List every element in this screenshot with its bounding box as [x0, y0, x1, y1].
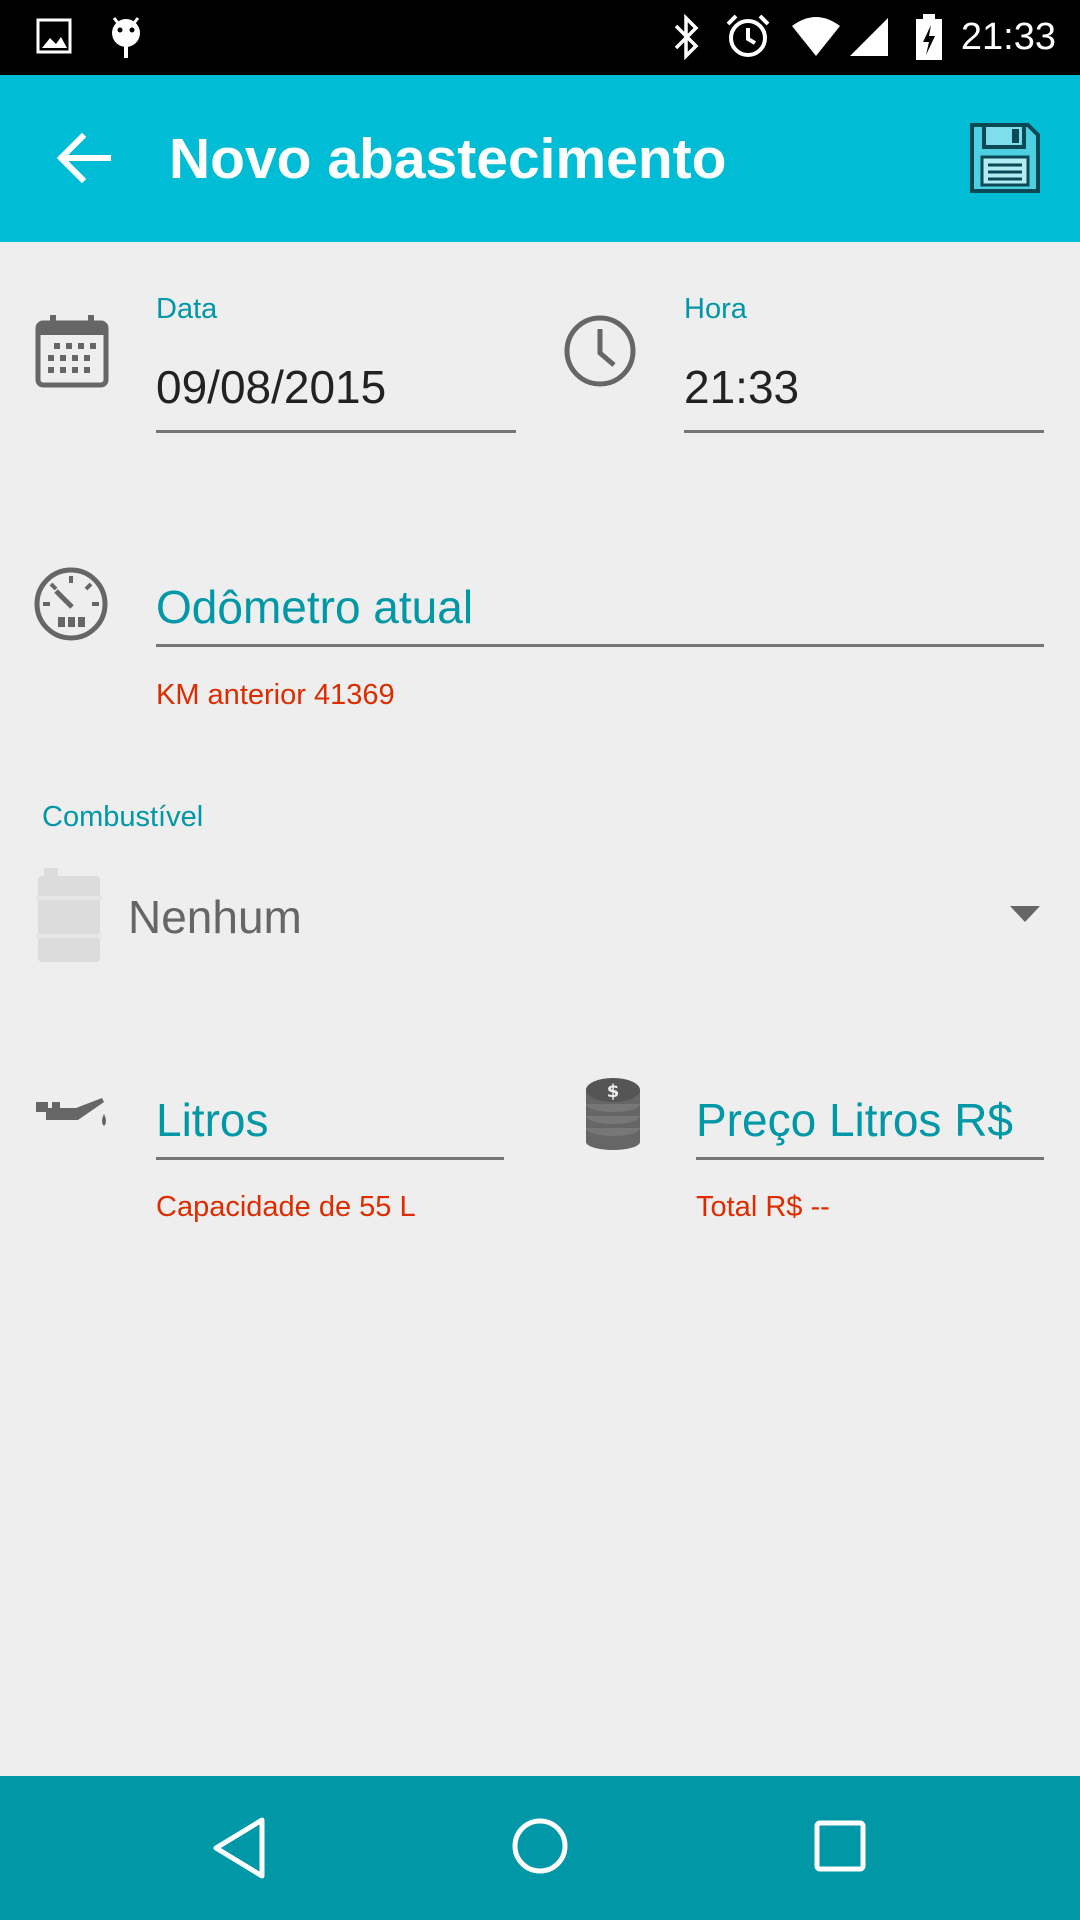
date-label: Data — [156, 293, 218, 325]
calendar-icon — [35, 315, 109, 388]
svg-text:$: $ — [607, 1081, 620, 1102]
time-label: Hora — [684, 293, 747, 325]
odometer-underline — [156, 644, 1044, 647]
odometer-placeholder: Odômetro atual — [156, 581, 474, 633]
alarm-icon — [726, 14, 770, 57]
date-value: 09/08/2015 — [156, 361, 387, 413]
save-button[interactable] — [966, 119, 1044, 197]
liters-helper: Capacidade de 55 L — [156, 1191, 416, 1223]
price-underline — [696, 1157, 1044, 1160]
nav-recents-icon[interactable] — [812, 1818, 868, 1874]
odometer-helper: KM anterior 41369 — [156, 679, 395, 711]
nav-home-icon[interactable] — [510, 1816, 570, 1876]
app-bar: Novo abastecimento — [0, 75, 1080, 242]
liters-placeholder: Litros — [156, 1094, 269, 1146]
odometer-input[interactable]: Odômetro atual — [156, 580, 1044, 648]
date-field[interactable]: 09/08/2015 — [156, 360, 516, 434]
fuel-select[interactable]: Nenhum — [30, 860, 1050, 970]
save-icon — [970, 123, 1040, 193]
price-input[interactable]: Preço Litros R$ — [696, 1093, 1044, 1161]
clock-icon — [564, 315, 636, 387]
signal-icon — [850, 18, 888, 56]
fuel-barrel-icon — [36, 868, 102, 962]
bluetooth-icon — [674, 14, 699, 60]
oil-can-icon — [36, 1098, 106, 1126]
wifi-icon — [792, 17, 840, 56]
price-helper: Total R$ -- — [696, 1191, 830, 1223]
status-bar: 21:33 — [0, 0, 1080, 75]
price-placeholder: Preço Litros R$ — [696, 1094, 1014, 1146]
status-time: 21:33 — [960, 16, 1056, 58]
navigation-bar — [0, 1776, 1080, 1920]
odometer-icon — [34, 567, 108, 641]
page-title: Novo abastecimento — [169, 127, 727, 191]
battery-charging-icon — [916, 14, 942, 60]
liters-underline — [156, 1157, 504, 1160]
back-arrow-icon — [56, 132, 111, 184]
image-icon — [36, 18, 72, 54]
time-field[interactable]: 21:33 — [684, 360, 1044, 434]
android-debug-icon — [112, 17, 140, 58]
liters-input[interactable]: Litros — [156, 1093, 504, 1161]
fuel-label: Combustível — [42, 801, 204, 833]
dropdown-arrow-icon — [1010, 906, 1040, 922]
back-button[interactable] — [44, 118, 124, 198]
time-value: 21:33 — [684, 361, 800, 413]
time-underline — [684, 430, 1044, 433]
nav-back-icon[interactable] — [208, 1814, 272, 1882]
coins-icon: $ — [586, 1078, 640, 1150]
fuel-selected-value: Nenhum — [128, 891, 302, 943]
date-underline — [156, 430, 516, 433]
